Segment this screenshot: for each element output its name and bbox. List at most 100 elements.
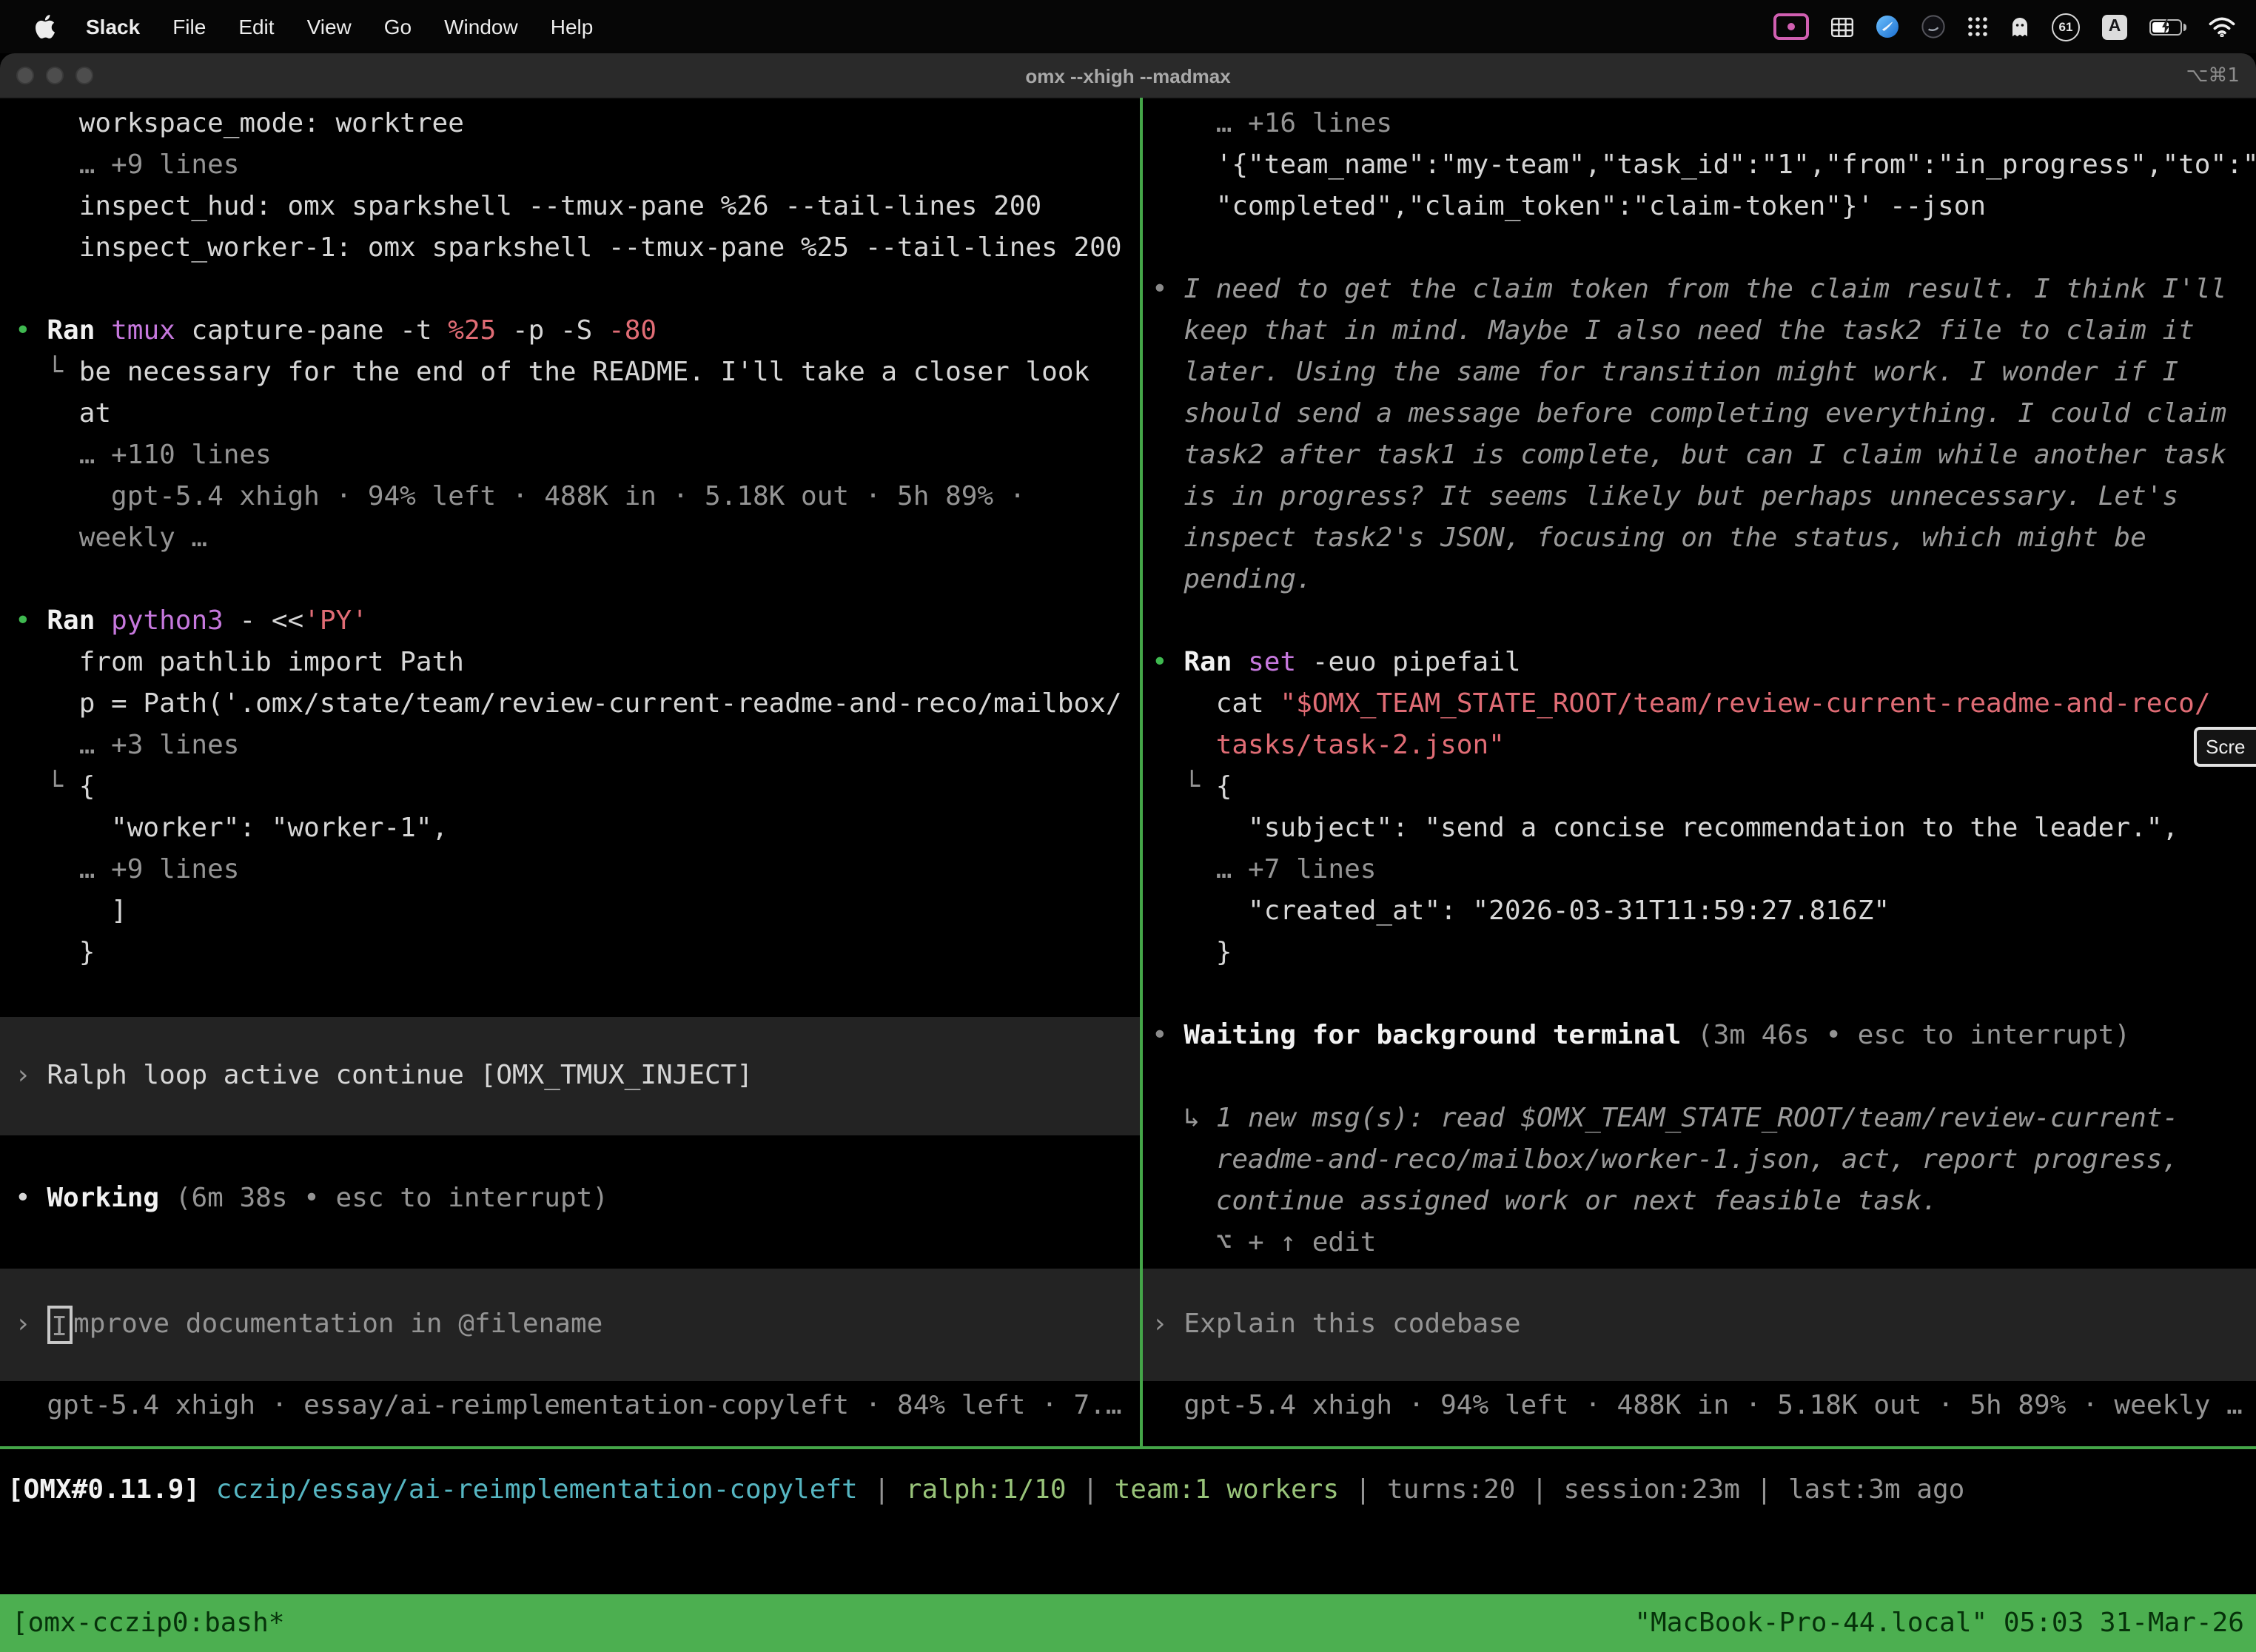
spacer: [15, 1135, 1140, 1178]
terminal-line: "completed","claim_token":"claim-token"}…: [1152, 187, 2256, 228]
window-titlebar[interactable]: omx --xhigh --madmax ⌥⌘1: [0, 53, 2256, 99]
keyboard-input-icon[interactable]: A: [2102, 14, 2127, 39]
spacer: [15, 1220, 1140, 1269]
text-segment: ›: [15, 1304, 47, 1346]
text-segment: ⌥ + ↑ edit: [1152, 1227, 1376, 1258]
text-segment: continue assigned work or next feasible …: [1152, 1186, 1938, 1217]
menu-help[interactable]: Help: [534, 15, 610, 38]
text-segment: ]: [15, 896, 127, 927]
text-segment: (3m 46s • esc to interrupt): [1697, 1020, 2130, 1051]
notification-label: Scre: [2206, 736, 2245, 758]
text-segment: 'PY': [303, 605, 368, 637]
ghost-icon[interactable]: [2010, 16, 2030, 38]
window-shortcut-badge: ⌥⌘1: [2186, 64, 2256, 87]
terminal-line: tasks/task-2.json": [1152, 725, 2256, 767]
dots-grid-icon[interactable]: [1967, 16, 1988, 37]
text-segment: }: [15, 937, 95, 968]
screen-recording-indicator[interactable]: [1773, 13, 1809, 40]
text-segment: └: [15, 357, 79, 388]
terminal-line: should send a message before completing …: [1152, 394, 2256, 435]
terminal-line: task2 after task1 is complete, but can I…: [1152, 435, 2256, 477]
terminal-line: }: [1152, 933, 2256, 974]
text-segment: later. Using the same for transition mig…: [1152, 357, 2178, 388]
spacer: [15, 269, 1140, 311]
menu-go[interactable]: Go: [368, 15, 428, 38]
traffic-lights: [0, 67, 93, 84]
tmux-status-bar: [omx-cczip0:bash* "MacBook-Pro-44.local"…: [0, 1594, 2256, 1652]
spacer: [1152, 1057, 2256, 1098]
status-segment: turns:20: [1387, 1474, 1515, 1505]
text-segment: -p -S: [496, 315, 608, 346]
right-pane[interactable]: … +16 lines '{"team_name":"my-team","tas…: [1143, 98, 2256, 1446]
terminal-line: … +7 lines: [1152, 850, 2256, 891]
terminal-line: }: [15, 933, 1140, 974]
bullet-icon: •: [1152, 1020, 1184, 1051]
bullet-icon: •: [15, 605, 47, 637]
terminal-line: ]: [15, 891, 1140, 933]
omx-status-area: [OMX#0.11.9] cczip/essay/ai-reimplementa…: [0, 1449, 2256, 1594]
menu-slack[interactable]: Slack: [70, 15, 156, 38]
text-segment: from pathlib import Path: [15, 647, 464, 678]
terminal-line: • Ran tmux capture-pane -t %25 -p -S -80: [15, 311, 1140, 352]
terminal-line: "subject": "send a concise recommendatio…: [1152, 808, 2256, 850]
minimize-button[interactable]: [46, 67, 64, 84]
wifi-icon[interactable]: [2209, 16, 2235, 37]
text-segment: … +7 lines: [1152, 854, 1376, 885]
spacer: [15, 974, 1140, 1017]
terminal-line: └ be necessary for the end of the README…: [15, 352, 1140, 394]
text-segment: should send a message before completing …: [1152, 398, 2226, 429]
text-segment: tasks/task-2.json": [1152, 730, 1505, 761]
left-pane[interactable]: workspace_mode: worktree … +9 lines insp…: [0, 98, 1140, 1446]
menu-items: SlackFileEditViewGoWindowHelp: [0, 15, 609, 38]
omx-status-line: [OMX#0.11.9] cczip/essay/ai-reimplementa…: [7, 1470, 2256, 1511]
terminal-line: at: [15, 394, 1140, 435]
composer-input[interactable]: › Explain this codebase: [1143, 1269, 2256, 1381]
status-segment: |: [1339, 1474, 1387, 1505]
composer-input[interactable]: › Improve documentation in @filename: [0, 1269, 1140, 1381]
close-button[interactable]: [16, 67, 34, 84]
terminal-line: … +110 lines: [15, 435, 1140, 477]
text-segment: └: [15, 771, 79, 802]
terminal-line: … +16 lines: [1152, 104, 2256, 145]
text-segment: keep that in mind. Maybe I also need the…: [1152, 315, 2195, 346]
tmux-session-label: [omx-cczip0:bash*: [12, 1608, 284, 1639]
bullet-icon: •: [15, 315, 47, 346]
terminal-line: cat "$OMX_TEAM_STATE_ROOT/team/review-cu…: [1152, 684, 2256, 725]
blue-app-icon[interactable]: [1876, 15, 1899, 38]
tmux-host-clock: "MacBook-Pro-44.local" 05:03 31-Mar-26: [1634, 1608, 2244, 1639]
status-segment: [200, 1474, 216, 1505]
text-segment: Ran: [47, 605, 111, 637]
text-segment: ↳ 1 new msg(s): read $OMX_TEAM_STATE_ROO…: [1152, 1103, 2178, 1134]
dark-app-icon[interactable]: [1921, 15, 1945, 38]
spacer: [1152, 974, 2256, 1015]
menu-view[interactable]: View: [291, 15, 368, 38]
text-segment: cat: [1152, 688, 1280, 719]
text-segment: I need to get the claim token from the c…: [1184, 274, 2226, 305]
battery-icon[interactable]: [2149, 19, 2186, 35]
terminal-line: inspect_hud: omx sparkshell --tmux-pane …: [15, 187, 1140, 228]
status-segment: team:1 workers: [1115, 1474, 1339, 1505]
menu-edit[interactable]: Edit: [222, 15, 290, 38]
text-segment: pending.: [1152, 564, 1312, 595]
terminal-line: p = Path('.omx/state/team/review-current…: [15, 684, 1140, 725]
text-segment: gpt-5.4 xhigh · 94% left · 488K in · 5.1…: [1152, 1390, 2243, 1421]
text-segment: p = Path('.omx/state/team/review-current…: [15, 688, 1122, 719]
menu-window[interactable]: Window: [428, 15, 534, 38]
terminal-line: gpt-5.4 xhigh · 94% left · 488K in · 5.1…: [15, 477, 1140, 518]
menu-file[interactable]: File: [156, 15, 222, 38]
grid-icon[interactable]: [1831, 17, 1853, 36]
terminal-line: gpt-5.4 xhigh · essay/ai-reimplementatio…: [15, 1386, 1140, 1427]
text-segment: Ran: [47, 315, 111, 346]
terminal-line: keep that in mind. Maybe I also need the…: [1152, 311, 2256, 352]
apple-logo[interactable]: [21, 15, 70, 38]
status-segment: |: [1740, 1474, 1788, 1505]
badge-61-icon[interactable]: 61: [2052, 13, 2080, 41]
spacer: [1152, 228, 2256, 269]
terminal-line: from pathlib import Path: [15, 642, 1140, 684]
bullet-icon: •: [1152, 647, 1184, 678]
terminal-line: … +9 lines: [15, 850, 1140, 891]
terminal-line: • Ran python3 - <<'PY': [15, 601, 1140, 642]
terminal-line: is in progress? It seems likely but perh…: [1152, 477, 2256, 518]
zoom-button[interactable]: [75, 67, 93, 84]
text-segment: inspect_hud: omx sparkshell --tmux-pane …: [15, 191, 1041, 222]
